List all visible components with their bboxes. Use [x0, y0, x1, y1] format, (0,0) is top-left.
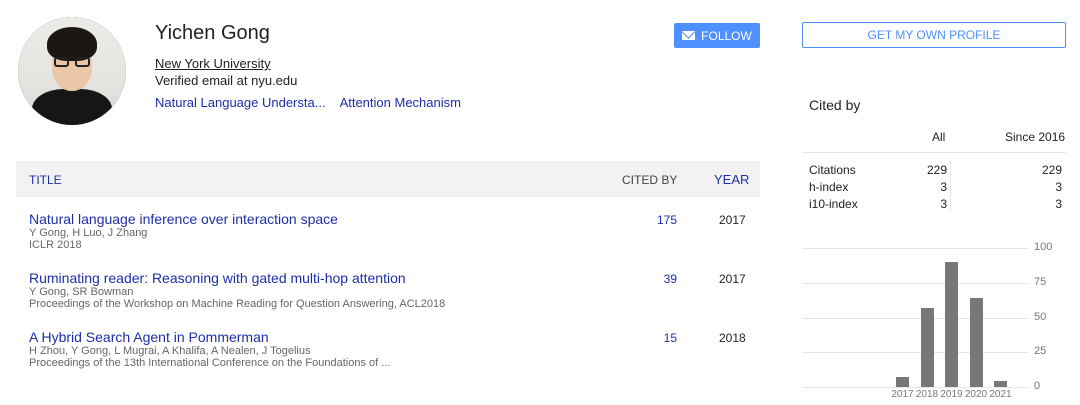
cited-by-heading: Cited by: [809, 97, 861, 113]
year-column-header[interactable]: YEAR: [714, 172, 749, 187]
paper-venue: ICLR 2018: [29, 239, 82, 251]
i10-index-all: 3: [940, 197, 947, 211]
x-tick-label: 2018: [915, 389, 939, 400]
citations-since: 229: [1041, 163, 1062, 177]
table-row: Natural language inference over interact…: [29, 211, 764, 251]
gridline: [802, 248, 1028, 249]
paper-year: 2018: [719, 331, 746, 345]
x-tick-label: 2020: [964, 389, 988, 400]
get-my-own-profile-button[interactable]: GET MY OWN PROFILE: [802, 22, 1066, 48]
chart-bar[interactable]: [920, 307, 934, 387]
all-column-header: All: [932, 130, 946, 144]
gridline: [802, 352, 1028, 354]
gridline: [802, 317, 1028, 319]
x-tick-label: 2019: [940, 389, 963, 400]
y-tick-label: 0: [1034, 380, 1041, 392]
affiliation-link[interactable]: New York University: [155, 56, 271, 71]
follow-button[interactable]: FOLLOW: [674, 23, 760, 48]
interest-link[interactable]: Natural Language Understa...: [155, 95, 326, 110]
gridline: [802, 387, 1028, 388]
interest-link[interactable]: Attention Mechanism: [340, 95, 461, 110]
y-tick-label: 100: [1034, 241, 1053, 253]
cited-by-column-header[interactable]: CITED BY: [622, 173, 677, 187]
since-column-header: Since 2016: [1005, 130, 1066, 144]
publications-header: TITLE CITED BY YEAR: [16, 161, 760, 197]
citations-all: 229: [926, 163, 947, 177]
divider: [802, 152, 1066, 153]
mail-icon: [682, 31, 696, 40]
verified-email: Verified email at nyu.edu: [155, 73, 298, 88]
i10-index-since: 3: [1055, 197, 1062, 211]
table-row: Ruminating reader: Reasoning with gated …: [29, 270, 764, 310]
h-index-since: 3: [1055, 180, 1062, 194]
divider: [950, 160, 951, 212]
cited-by-count-link[interactable]: 39: [639, 272, 677, 286]
paper-authors: H Zhou, Y Gong, L Mugrai, A Khalifa, A N…: [29, 345, 311, 357]
paper-venue: Proceedings of the 13th International Co…: [29, 357, 391, 369]
cited-by-count-link[interactable]: 15: [639, 331, 677, 345]
research-interests: Natural Language Understa... Attention M…: [155, 95, 461, 110]
citations-label[interactable]: Citations: [809, 163, 856, 177]
x-tick-label: 2021: [989, 389, 1012, 400]
title-column-header[interactable]: TITLE: [29, 173, 62, 187]
paper-authors: Y Gong, SR Bowman: [29, 286, 134, 298]
paper-venue: Proceedings of the Workshop on Machine R…: [29, 298, 446, 310]
x-tick-label: 2017: [891, 389, 914, 400]
follow-label: FOLLOW: [701, 28, 752, 43]
y-tick-label: 75: [1034, 275, 1047, 288]
h-index-label[interactable]: h-index: [809, 180, 848, 194]
cited-by-count-link[interactable]: 175: [639, 213, 677, 227]
chart-bar[interactable]: [896, 377, 909, 387]
y-tick-label: 50: [1034, 310, 1047, 323]
h-index-all: 3: [940, 180, 947, 194]
chart-bar[interactable]: [969, 298, 983, 387]
i10-index-label[interactable]: i10-index: [809, 197, 858, 211]
y-tick-label: 25: [1034, 345, 1047, 358]
citations-per-year-chart: 100 75 50 25 0 2017 2018 2019 2020 2021: [802, 232, 1070, 402]
chart-bar[interactable]: [945, 261, 958, 387]
paper-authors: Y Gong, H Luo, J Zhang: [29, 227, 148, 239]
paper-year: 2017: [719, 272, 746, 286]
paper-year: 2017: [719, 213, 746, 227]
gridline: [802, 282, 1028, 284]
table-row: A Hybrid Search Agent in Pommerman H Zho…: [29, 329, 764, 369]
chart-bar[interactable]: [994, 381, 1007, 387]
avatar: [18, 17, 126, 125]
profile-name: Yichen Gong: [155, 22, 270, 44]
